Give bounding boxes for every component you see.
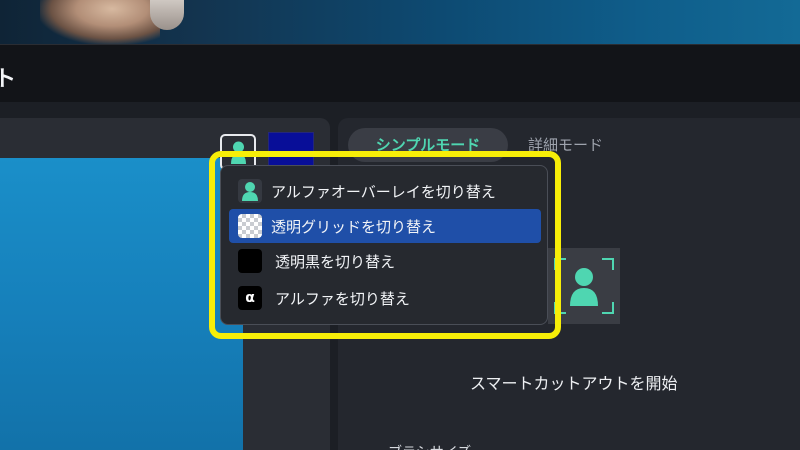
menu-item-label: 透明グリッドを切り替え [271, 218, 437, 236]
start-smart-cutout-button[interactable]: スマートカットアウトを開始 [470, 370, 678, 394]
brush-size-label: ブラシサイズ [388, 442, 471, 450]
corner-bracket [602, 302, 614, 314]
menu-item-toggle-transparency-grid[interactable]: 透明グリッドを切り替え [229, 209, 541, 243]
alpha-icon: α [238, 286, 262, 310]
menu-item-toggle-alpha-overlay[interactable]: アルファオーバーレイを切り替え [229, 174, 541, 208]
person-overlay-icon [238, 179, 262, 203]
menu-item-label: 透明黒を切り替え [275, 253, 396, 271]
app-window: ト シンプルモード 詳細モード スマートカットアウトを開始 ブラシサイズ [0, 0, 800, 450]
person-video-thumbnail [40, 0, 160, 44]
video-preview-strip [0, 0, 800, 44]
headphone-image [150, 0, 184, 30]
title-bar: ト [0, 44, 800, 102]
menu-item-toggle-transparent-black[interactable]: 透明黒を切り替え [229, 244, 541, 278]
menu-item-toggle-alpha[interactable]: α アルファを切り替え [229, 281, 541, 315]
canvas-preview[interactable] [0, 158, 243, 450]
person-icon [570, 268, 598, 306]
checkerboard-icon [238, 214, 262, 238]
alpha-view-menu: アルファオーバーレイを切り替え 透明グリッドを切り替え 透明黒を切り替え α ア… [220, 165, 548, 325]
menu-item-label: アルファを切り替え [275, 290, 410, 308]
window-title: ト [0, 67, 17, 92]
corner-bracket [602, 258, 614, 270]
black-square-icon [238, 249, 262, 273]
menu-item-label: アルファオーバーレイを切り替え [271, 183, 496, 201]
